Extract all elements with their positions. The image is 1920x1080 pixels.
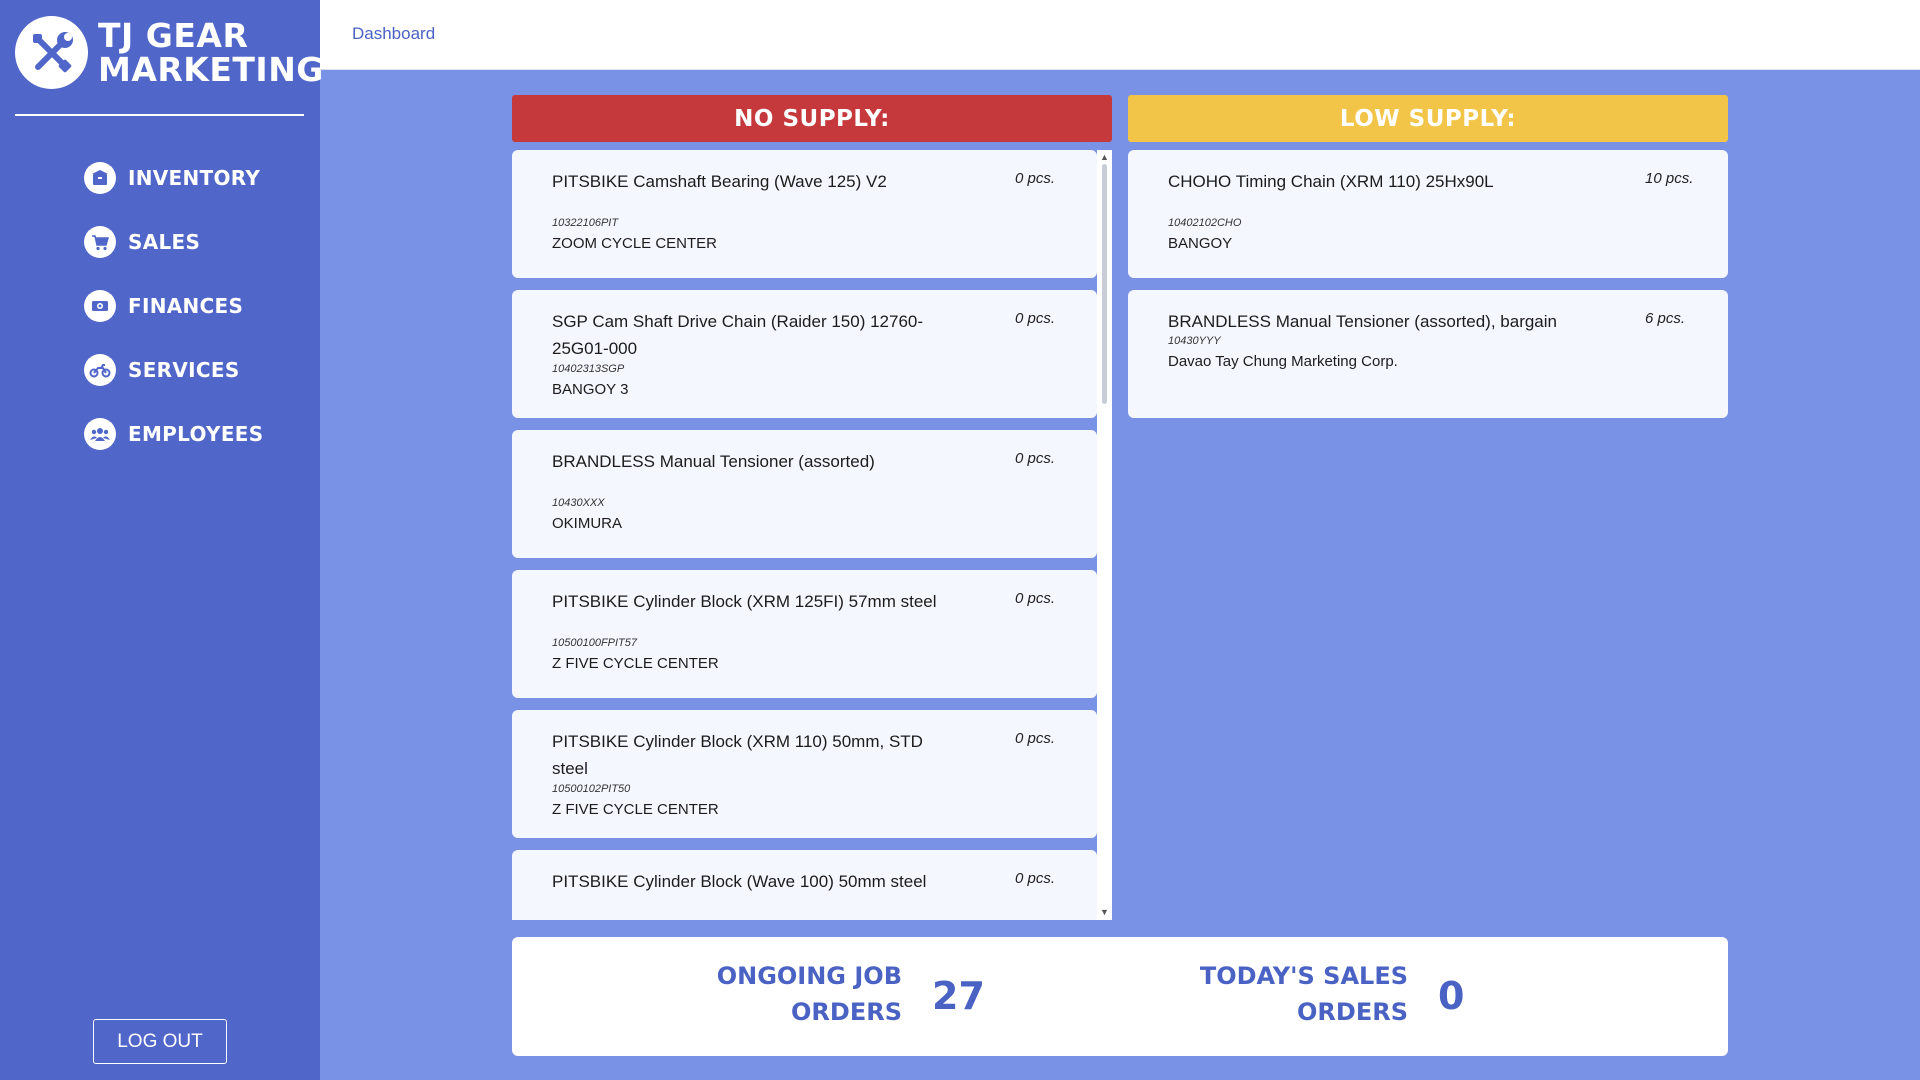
todays-sales-orders-label: TODAY'S SALES ORDERS xyxy=(1108,958,1408,1030)
top-bar: Dashboard xyxy=(320,0,1920,70)
list-item[interactable]: PITSBIKE Camshaft Bearing (Wave 125) V2 … xyxy=(512,150,1097,278)
ongoing-job-orders-label: ONGOING JOB ORDERS xyxy=(652,958,902,1030)
list-item[interactable]: PITSBIKE Cylinder Block (XRM 110) 50mm, … xyxy=(512,710,1097,838)
list-item[interactable]: BRANDLESS Manual Tensioner (assorted), b… xyxy=(1128,290,1728,418)
item-code: 10500100FPIT57 xyxy=(552,637,638,649)
item-quantity: 0 pcs. xyxy=(1015,310,1056,327)
sidebar-item-label: SALES xyxy=(128,230,201,254)
ongoing-job-orders-value: 27 xyxy=(932,974,985,1018)
item-supplier: Davao Tay Chung Marketing Corp. xyxy=(1168,353,1398,370)
sidebar-item-label: EMPLOYEES xyxy=(128,422,264,446)
item-name: BRANDLESS Manual Tensioner (assorted) xyxy=(552,452,875,471)
item-name: PITSBIKE Camshaft Bearing (Wave 125) V2 xyxy=(552,172,887,191)
sidebar-nav: INVENTORY SALES FINANCES SERVICES EMPLOY… xyxy=(84,162,263,482)
list-item[interactable]: CHOHO Timing Chain (XRM 110) 25Hx90L 10 … xyxy=(1128,150,1728,278)
scroll-thumb[interactable] xyxy=(1102,164,1107,404)
no-supply-scrollbar[interactable]: ▲ ▼ xyxy=(1097,150,1112,920)
item-supplier: OKIMURA xyxy=(552,515,623,532)
item-quantity: 6 pcs. xyxy=(1645,310,1686,327)
item-name: PITSBIKE Cylinder Block (Wave 100) 50mm … xyxy=(552,872,927,891)
item-code: 10500102PIT50 xyxy=(552,783,631,795)
todays-sales-orders-label-line-1: TODAY'S SALES xyxy=(1199,962,1408,990)
people-icon xyxy=(84,418,116,450)
item-supplier: BANGOY 3 xyxy=(552,381,629,398)
todays-sales-orders-label-line-2: ORDERS xyxy=(1297,998,1408,1026)
scroll-down-icon[interactable]: ▼ xyxy=(1099,907,1110,918)
money-icon xyxy=(84,290,116,322)
item-code: 10322106PIT xyxy=(552,217,619,229)
item-quantity: 0 pcs. xyxy=(1015,870,1056,887)
sidebar-item-sales[interactable]: SALES xyxy=(84,226,263,258)
no-supply-header: NO SUPPLY: xyxy=(512,95,1112,142)
box-icon xyxy=(84,162,116,194)
sidebar-item-services[interactable]: SERVICES xyxy=(84,354,263,386)
item-quantity: 0 pcs. xyxy=(1015,590,1056,607)
item-name: PITSBIKE Cylinder Block (XRM 125FI) 57mm… xyxy=(552,592,937,611)
brand-line-1: TJ GEAR xyxy=(98,15,249,55)
item-name: SGP Cam Shaft Drive Chain (Raider 150) 1… xyxy=(552,312,924,358)
low-supply-list[interactable]: CHOHO Timing Chain (XRM 110) 25Hx90L 10 … xyxy=(1128,150,1728,450)
motorcycle-icon xyxy=(84,354,116,386)
item-supplier: BANGOY xyxy=(1168,235,1233,252)
todays-sales-orders-value: 0 xyxy=(1438,974,1465,1018)
breadcrumb-dashboard[interactable]: Dashboard xyxy=(352,24,435,44)
brand[interactable]: TJ GEAR MARKETING xyxy=(15,16,324,89)
ongoing-job-orders-label-line-1: ONGOING JOB xyxy=(716,962,902,990)
sidebar-divider xyxy=(15,114,304,116)
item-quantity: 0 pcs. xyxy=(1015,450,1056,467)
list-item[interactable]: SGP Cam Shaft Drive Chain (Raider 150) 1… xyxy=(512,290,1097,418)
item-code: 10430YYY xyxy=(1168,335,1221,347)
sidebar-item-finances[interactable]: FINANCES xyxy=(84,290,263,322)
sidebar-item-inventory[interactable]: INVENTORY xyxy=(84,162,263,194)
item-code: 10430XXX xyxy=(552,497,605,509)
item-supplier: Z FIVE CYCLE CENTER xyxy=(552,655,719,672)
item-code: 10402102CHO xyxy=(1168,217,1242,229)
brand-line-2: MARKETING xyxy=(98,49,324,89)
sidebar-item-employees[interactable]: EMPLOYEES xyxy=(84,418,263,450)
cart-icon xyxy=(84,226,116,258)
sidebar-item-label: SERVICES xyxy=(128,358,240,382)
item-name: BRANDLESS Manual Tensioner (assorted), b… xyxy=(1168,312,1557,331)
item-quantity: 0 pcs. xyxy=(1015,170,1056,187)
item-quantity: 0 pcs. xyxy=(1015,730,1056,747)
logout-button[interactable]: LOG OUT xyxy=(93,1019,227,1064)
sidebar-item-label: FINANCES xyxy=(128,294,244,318)
item-name: CHOHO Timing Chain (XRM 110) 25Hx90L xyxy=(1168,172,1494,191)
list-item[interactable]: PITSBIKE Cylinder Block (XRM 125FI) 57mm… xyxy=(512,570,1097,698)
wrench-screwdriver-logo-icon xyxy=(15,16,88,89)
item-name: PITSBIKE Cylinder Block (XRM 110) 50mm, … xyxy=(552,732,923,778)
item-quantity: 10 pcs. xyxy=(1645,170,1694,187)
item-code: 10402313SGP xyxy=(552,363,625,375)
brand-name: TJ GEAR MARKETING xyxy=(98,15,324,89)
scroll-up-icon[interactable]: ▲ xyxy=(1099,152,1110,163)
no-supply-list[interactable]: PITSBIKE Camshaft Bearing (Wave 125) V2 … xyxy=(512,150,1112,920)
ongoing-job-orders-label-line-2: ORDERS xyxy=(791,998,902,1026)
sidebar: TJ GEAR MARKETING INVENTORY SALES FINANC… xyxy=(0,0,323,1080)
list-item[interactable]: BRANDLESS Manual Tensioner (assorted) 0 … xyxy=(512,430,1097,558)
list-item[interactable]: PITSBIKE Cylinder Block (Wave 100) 50mm … xyxy=(512,850,1097,920)
sidebar-item-label: INVENTORY xyxy=(128,166,261,190)
dashboard-stats: ONGOING JOB ORDERS 27 TODAY'S SALES ORDE… xyxy=(512,937,1728,1056)
low-supply-header: LOW SUPPLY: xyxy=(1128,95,1728,142)
item-supplier: Z FIVE CYCLE CENTER xyxy=(552,801,719,818)
item-supplier: ZOOM CYCLE CENTER xyxy=(552,235,718,252)
